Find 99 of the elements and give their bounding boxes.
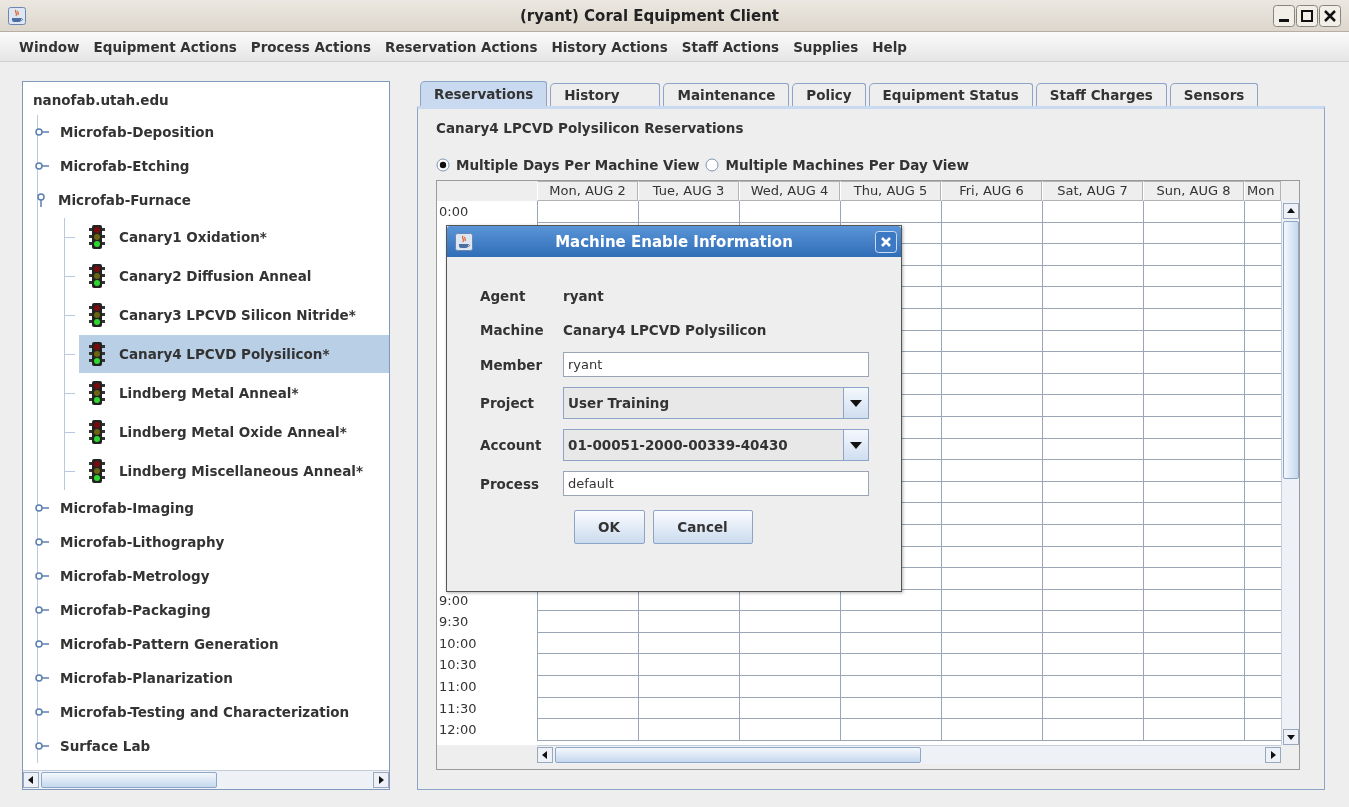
tree-node[interactable]: Microfab-Lithography [58, 533, 227, 551]
traffic-light-icon [89, 380, 105, 406]
menu-item[interactable]: Window [12, 38, 87, 55]
column-header: Thu, AUG 5 [840, 181, 941, 201]
time-label: 11:30 [438, 699, 478, 718]
tab[interactable]: Policy [792, 83, 866, 106]
tree-node[interactable]: Microfab-Testing and Characterization [58, 703, 352, 721]
field-label: Account [480, 437, 543, 453]
time-label: 10:00 [438, 634, 478, 653]
tab[interactable]: Equipment Status [868, 83, 1033, 106]
radio-button[interactable]: Multiple Machines Per Day View [705, 157, 969, 173]
time-label: 11:00 [438, 678, 478, 697]
menu-item[interactable]: Staff Actions [674, 38, 787, 55]
column-header: Fri, AUG 6 [941, 181, 1042, 201]
dropdown-arrow-icon [850, 441, 862, 449]
menu-item[interactable]: Help [865, 38, 914, 55]
tab[interactable]: History [550, 83, 661, 106]
coffee-cup-icon [8, 6, 26, 25]
time-label: 9:00 [438, 591, 470, 610]
tree-node[interactable]: Surface Lab [58, 737, 153, 755]
maximize-button[interactable] [1296, 4, 1318, 27]
coffee-cup-icon [455, 232, 473, 251]
menu-item[interactable]: Process Actions [243, 38, 378, 55]
traffic-light-icon [89, 263, 105, 289]
dropdown[interactable]: 01-00051-2000-00339-40430 [563, 429, 869, 461]
collapsed-node-icon[interactable] [35, 537, 49, 547]
dialog-title: Machine Enable Information [554, 232, 794, 251]
time-label: 9:30 [438, 613, 470, 632]
scrollbar[interactable] [23, 770, 389, 789]
time-label: 12:00 [438, 721, 478, 740]
field-label: Member [480, 356, 544, 373]
scroll-down-button[interactable] [1283, 729, 1299, 745]
scrollbar[interactable] [1281, 201, 1299, 745]
tree-node[interactable]: Microfab-Packaging [58, 601, 213, 619]
collapsed-node-icon[interactable] [35, 639, 49, 649]
scrollbar[interactable] [537, 745, 1281, 764]
field-label: Project [480, 395, 536, 411]
column-header: Wed, AUG 4 [739, 181, 840, 201]
dropdown[interactable]: User Training [563, 387, 869, 419]
radio-button[interactable]: Multiple Days Per Machine View [436, 157, 700, 173]
column-header: Mon, AUG 2 [537, 181, 638, 201]
traffic-light-icon [89, 341, 105, 367]
collapsed-node-icon[interactable] [35, 741, 49, 751]
traffic-light-icon [89, 224, 105, 250]
column-header: Sun, AUG 8 [1143, 181, 1244, 201]
dialog-button[interactable]: Cancel [652, 510, 753, 544]
traffic-light-icon [89, 419, 105, 445]
tree-node[interactable]: Microfab-Metrology [58, 567, 212, 585]
tab[interactable]: Reservations [420, 81, 548, 106]
collapsed-node-icon[interactable] [35, 571, 49, 581]
time-label: 10:30 [438, 656, 478, 675]
expanded-node-icon[interactable] [35, 193, 47, 207]
input-field[interactable]: ryant [563, 352, 869, 377]
collapsed-node-icon[interactable] [35, 503, 49, 513]
collapsed-node-icon[interactable] [35, 161, 49, 171]
scroll-left-button[interactable] [23, 772, 39, 788]
dropdown-arrow-icon [850, 399, 862, 407]
tree-node[interactable]: Microfab-Planarization [58, 669, 235, 687]
field-label: Agent [480, 288, 527, 304]
collapsed-node-icon[interactable] [35, 673, 49, 683]
collapsed-node-icon[interactable] [35, 707, 49, 717]
scroll-right-button[interactable] [1265, 747, 1281, 763]
scroll-thumb[interactable] [41, 772, 217, 788]
panel-heading: Canary4 LPCVD Polysilicon Reservations [436, 120, 745, 138]
field-value: Canary4 LPCVD Polysilicon [563, 321, 768, 340]
menu-item[interactable]: Reservation Actions [378, 38, 545, 55]
scroll-left-button[interactable] [537, 747, 553, 763]
window-title: (ryant) Coral Equipment Client [519, 6, 780, 25]
menu-item[interactable]: History Actions [544, 38, 675, 55]
collapsed-node-icon[interactable] [35, 605, 49, 615]
tab[interactable]: Staff Charges [1035, 83, 1167, 106]
tab[interactable]: Sensors [1169, 83, 1259, 106]
column-header: Sat, AUG 7 [1042, 181, 1143, 201]
tree-node[interactable]: Microfab-Etching [58, 157, 192, 175]
traffic-light-icon [89, 302, 105, 328]
traffic-light-icon [89, 458, 105, 484]
dialog-button[interactable]: OK [573, 510, 645, 544]
scroll-up-button[interactable] [1283, 203, 1299, 219]
tree-node[interactable]: Microfab-Deposition [58, 123, 217, 141]
close-button[interactable] [1319, 4, 1341, 27]
minimize-button[interactable] [1273, 4, 1295, 27]
collapsed-node-icon[interactable] [35, 127, 49, 137]
column-header: Tue, AUG 3 [638, 181, 739, 201]
field-value: ryant [563, 287, 605, 306]
time-label: 0:00 [438, 203, 470, 221]
input-field[interactable]: default [563, 471, 869, 496]
scroll-thumb[interactable] [555, 747, 921, 763]
tree-root[interactable]: nanofab.utah.edu [23, 83, 389, 115]
menu-item[interactable]: Supplies [786, 38, 866, 55]
scroll-right-button[interactable] [373, 772, 389, 788]
tree-node[interactable]: Microfab-Pattern Generation [58, 635, 281, 653]
field-label: Process [480, 475, 541, 492]
tree-node[interactable]: Microfab-Furnace [56, 191, 193, 209]
scroll-thumb[interactable] [1283, 221, 1299, 479]
column-header: Mon [1244, 181, 1281, 201]
field-label: Machine [480, 322, 545, 338]
tab[interactable]: Maintenance [663, 83, 790, 106]
tree-node[interactable]: Microfab-Imaging [58, 499, 196, 517]
menu-item[interactable]: Equipment Actions [86, 38, 244, 55]
